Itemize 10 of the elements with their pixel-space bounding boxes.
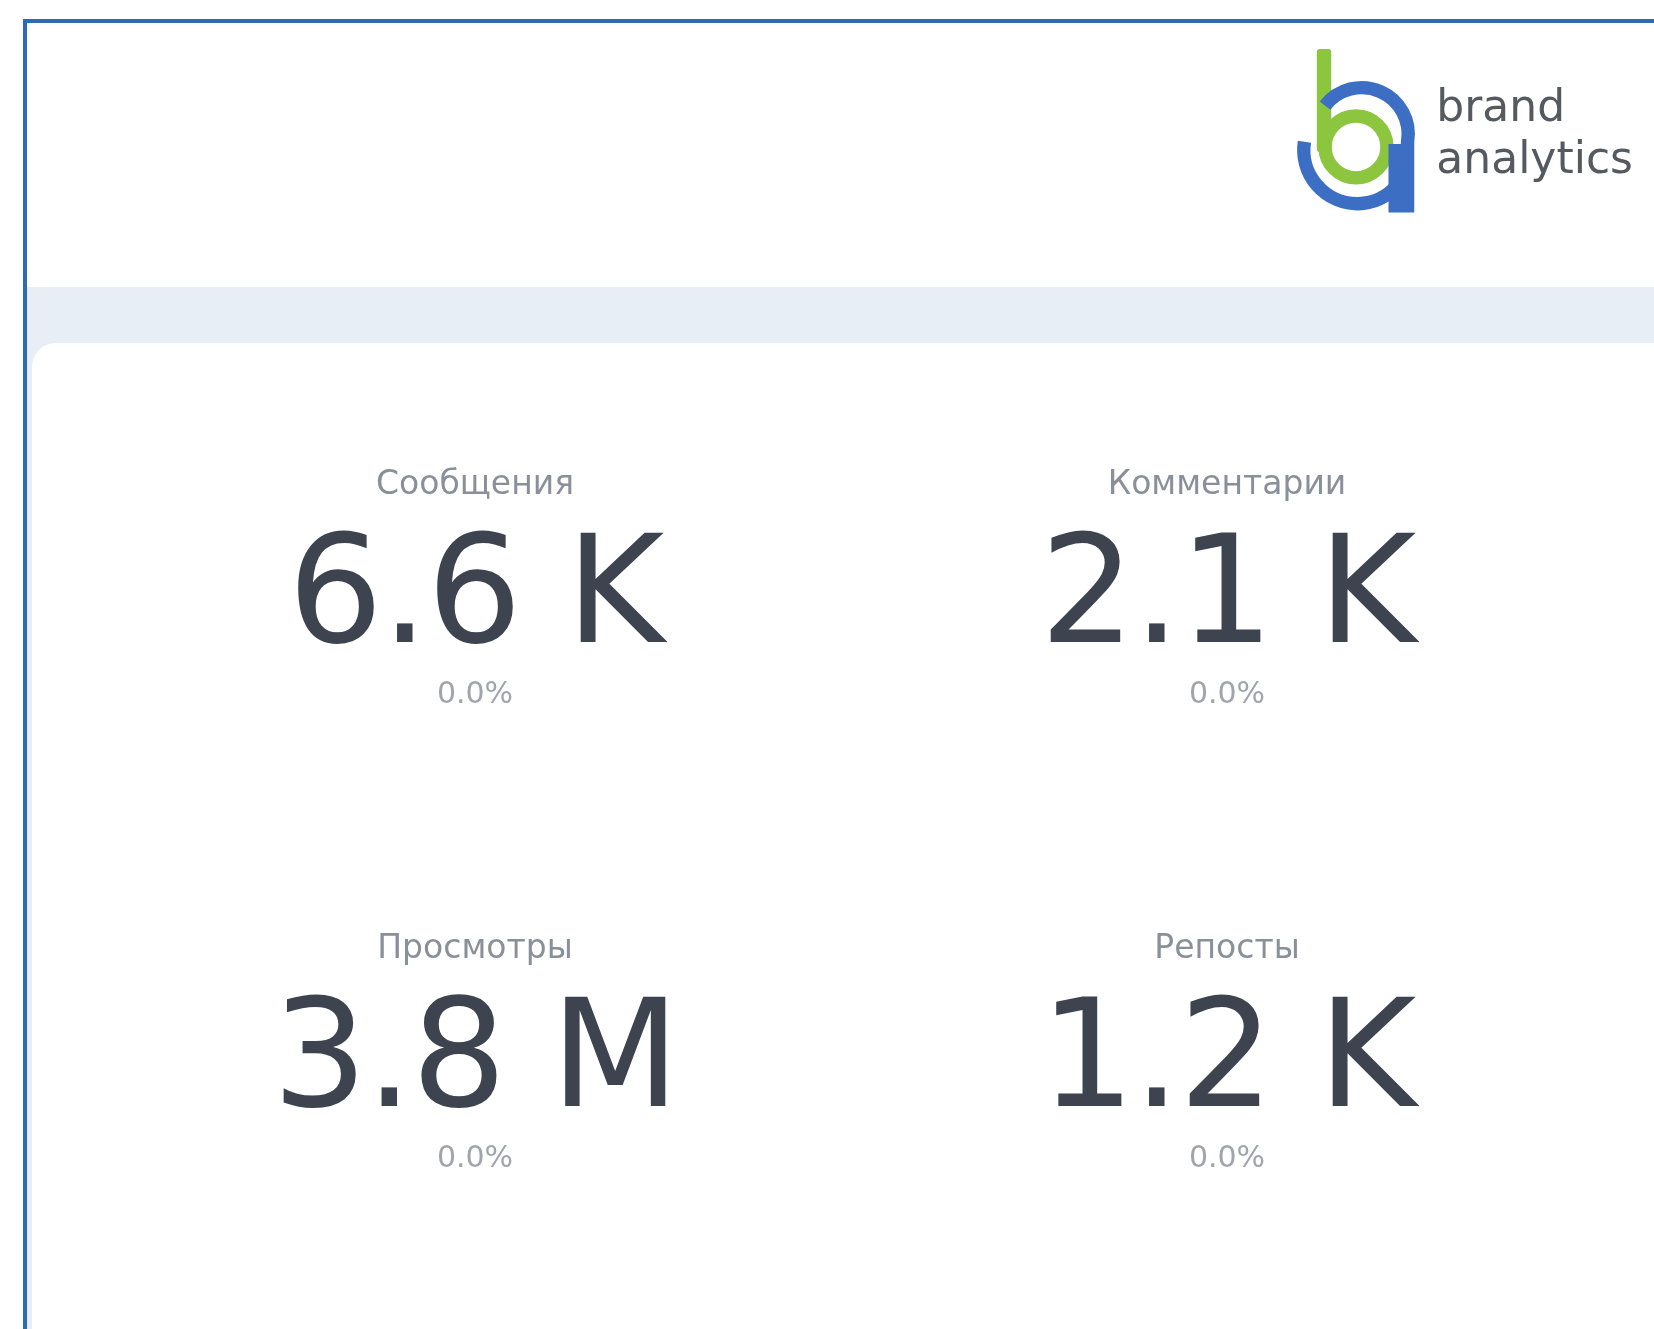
metric-change: 0.0%	[1188, 675, 1266, 711]
metric-change: 0.0%	[1188, 1139, 1266, 1175]
metric-label: Комментарии	[1107, 462, 1347, 504]
metric-value: 3.8 M	[272, 969, 678, 1139]
metric-label: Просмотры	[377, 926, 573, 968]
metric-label: Сообщения	[375, 462, 574, 504]
metric-change: 0.0%	[436, 675, 514, 711]
logo-text: brand analytics	[1436, 79, 1633, 184]
metric-change: 0.0%	[436, 1139, 514, 1175]
metric-label: Репосты	[1154, 926, 1300, 968]
